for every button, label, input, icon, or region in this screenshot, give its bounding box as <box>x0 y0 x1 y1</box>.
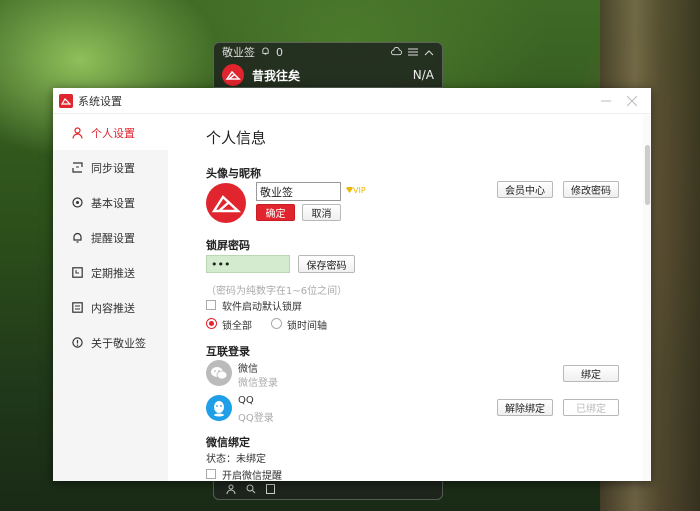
search-icon[interactable] <box>246 483 256 497</box>
confirm-button[interactable]: 确定 <box>256 204 295 221</box>
sync-icon <box>71 162 83 174</box>
close-icon[interactable] <box>619 88 645 114</box>
wechat-sub-label: 微信登录 <box>238 378 278 389</box>
scrollbar[interactable] <box>643 115 651 481</box>
minimize-icon[interactable] <box>593 88 619 114</box>
wechat-icon <box>206 360 232 386</box>
vip-badge: VIP <box>346 186 366 195</box>
qq-name: QQ <box>238 395 254 406</box>
nickname-input[interactable] <box>256 182 341 201</box>
settings-icon <box>71 197 83 209</box>
sidebar-item-reminder[interactable]: 提醒设置 <box>53 220 168 255</box>
lock-timeline-radio[interactable] <box>271 318 282 329</box>
auto-lock-label: 软件启动默认锁屏 <box>222 302 302 313</box>
social-login-section-title: 互联登录 <box>206 345 250 358</box>
sidebar-item-label: 内容推送 <box>91 301 135 315</box>
bind-status: 状态：未绑定 <box>206 454 266 465</box>
sidebar-item-basic[interactable]: 基本设置 <box>53 185 168 220</box>
schedule-icon <box>71 267 83 279</box>
user-icon <box>71 126 83 139</box>
cancel-button[interactable]: 取消 <box>302 204 341 221</box>
qq-unbind-button[interactable]: 解除绑定 <box>497 399 553 416</box>
avatar[interactable] <box>206 183 246 223</box>
mini-note-title: 昔我往矣 <box>252 68 301 83</box>
wechat-reminder-checkbox[interactable] <box>206 469 216 479</box>
scrollbar-thumb[interactable] <box>645 145 650 205</box>
bell-icon <box>71 232 83 244</box>
sidebar-item-about[interactable]: 关于敬业签 <box>53 325 168 360</box>
qq-icon <box>206 395 232 421</box>
lock-timeline-label: 锁时间轴 <box>287 321 327 332</box>
member-center-button[interactable]: 会员中心 <box>497 181 553 198</box>
menu-icon[interactable] <box>408 46 418 59</box>
lock-all-label: 锁全部 <box>222 321 252 332</box>
settings-window: 系统设置 个人设置 同步设置 基本设置 提醒设置 定期推送 内容推送 关于敬业签… <box>53 88 651 481</box>
sidebar-item-label: 提醒设置 <box>91 231 135 245</box>
change-password-button[interactable]: 修改密码 <box>563 181 619 198</box>
app-logo-icon <box>59 93 73 108</box>
lock-all-radio[interactable] <box>206 318 217 329</box>
window-titlebar[interactable]: 系统设置 <box>53 88 651 114</box>
lock-section-title: 锁屏密码 <box>206 239 250 252</box>
bell-icon[interactable] <box>261 46 270 59</box>
avatar-section-title: 头像与昵称 <box>206 167 261 180</box>
content-icon <box>71 302 83 314</box>
wechat-reminder-label: 开启微信提醒 <box>222 471 282 481</box>
cloud-icon[interactable] <box>391 46 402 59</box>
qq-sub-label: QQ登录 <box>238 413 274 424</box>
wechat-name: 微信 <box>238 364 258 375</box>
mini-widget-reminder-count: 0 <box>276 45 283 59</box>
sidebar-item-label: 个人设置 <box>91 126 135 140</box>
info-icon <box>71 337 83 349</box>
settings-sidebar: 个人设置 同步设置 基本设置 提醒设置 定期推送 内容推送 关于敬业签 <box>53 115 168 481</box>
password-hint: （密码为纯数字在1~6位之间） <box>206 286 348 297</box>
sidebar-item-scheduled-push[interactable]: 定期推送 <box>53 255 168 290</box>
save-password-button[interactable]: 保存密码 <box>298 255 355 273</box>
qq-bound-button: 已绑定 <box>563 399 619 416</box>
lock-password-input[interactable]: ••• <box>206 255 290 273</box>
sidebar-item-label: 定期推送 <box>91 266 135 280</box>
auto-lock-checkbox[interactable] <box>206 300 216 310</box>
personal-settings-panel: 个人信息 头像与昵称 VIP 确定 取消 会员中心 修改密码 锁屏密码 ••• … <box>168 115 643 481</box>
app-logo-icon <box>222 64 244 86</box>
sidebar-item-label: 基本设置 <box>91 196 135 210</box>
sidebar-item-content-push[interactable]: 内容推送 <box>53 290 168 325</box>
wechat-bind-button[interactable]: 绑定 <box>563 365 619 382</box>
mini-note-row[interactable]: 昔我往矣 N/A <box>214 61 442 89</box>
vip-label: VIP <box>353 186 366 195</box>
mini-widget-header: 敬业签 0 <box>214 43 442 61</box>
page-title: 个人信息 <box>206 129 267 147</box>
mini-note-widget: 敬业签 0 昔我往矣 N/A <box>213 42 443 88</box>
window-title: 系统设置 <box>78 94 122 108</box>
sidebar-item-label: 关于敬业签 <box>91 336 146 350</box>
mini-note-value: N/A <box>412 68 434 82</box>
user-icon[interactable] <box>226 483 236 497</box>
sidebar-item-sync[interactable]: 同步设置 <box>53 150 168 185</box>
mini-widget-footer <box>213 480 443 500</box>
sidebar-item-label: 同步设置 <box>91 161 135 175</box>
note-icon[interactable] <box>266 483 275 497</box>
wechat-bind-section-title: 微信绑定 <box>206 436 250 449</box>
collapse-icon[interactable] <box>424 46 434 59</box>
sidebar-item-personal[interactable]: 个人设置 <box>53 115 168 150</box>
mini-widget-title: 敬业签 <box>222 46 255 59</box>
